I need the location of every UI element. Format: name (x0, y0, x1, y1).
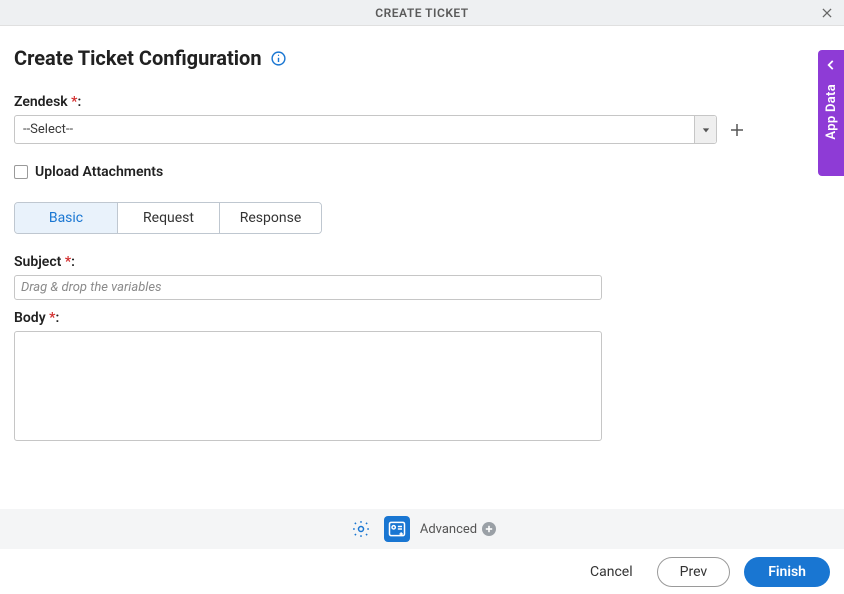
plus-icon (728, 121, 746, 139)
page-title: Create Ticket Configuration (14, 46, 262, 70)
app-data-label: App Data (824, 84, 839, 140)
zendesk-select-trigger[interactable] (694, 116, 716, 143)
cancel-button[interactable]: Cancel (580, 558, 643, 586)
bottom-toolbar: Advanced (0, 509, 844, 549)
caret-down-icon (702, 126, 710, 134)
close-icon (820, 6, 834, 20)
info-button[interactable] (270, 50, 287, 67)
advanced-plus-icon (482, 522, 496, 536)
add-zendesk-button[interactable] (727, 120, 747, 140)
tab-basic[interactable]: Basic (15, 203, 117, 233)
zendesk-select-value: --Select-- (15, 122, 73, 137)
modal-title: CREATE TICKET (375, 6, 468, 20)
subject-label: Subject *: (14, 254, 830, 270)
prev-button[interactable]: Prev (657, 557, 731, 587)
form-view-button[interactable] (384, 516, 410, 542)
info-icon (270, 50, 287, 67)
form-icon (387, 519, 407, 539)
close-button[interactable] (818, 4, 836, 22)
config-tabs: Basic Request Response (14, 202, 322, 234)
modal-header: CREATE TICKET (0, 0, 844, 26)
settings-button[interactable] (348, 516, 374, 542)
advanced-toggle[interactable]: Advanced (420, 522, 496, 537)
advanced-label: Advanced (420, 522, 477, 537)
upload-attachments-label: Upload Attachments (35, 164, 163, 180)
body-textarea[interactable] (14, 331, 602, 441)
tab-request[interactable]: Request (117, 203, 219, 233)
chevron-left-icon (824, 58, 838, 72)
footer: Cancel Prev Finish (0, 549, 844, 594)
body-label: Body *: (14, 310, 830, 326)
gear-icon (351, 519, 371, 539)
zendesk-label: Zendesk *: (14, 94, 830, 110)
zendesk-select[interactable]: --Select-- (14, 115, 717, 144)
finish-button[interactable]: Finish (744, 557, 830, 587)
plus-icon (485, 525, 493, 533)
tab-response[interactable]: Response (219, 203, 321, 233)
app-data-panel-toggle[interactable]: App Data (818, 50, 844, 176)
upload-attachments-checkbox[interactable] (14, 165, 28, 179)
subject-input[interactable] (14, 275, 602, 300)
